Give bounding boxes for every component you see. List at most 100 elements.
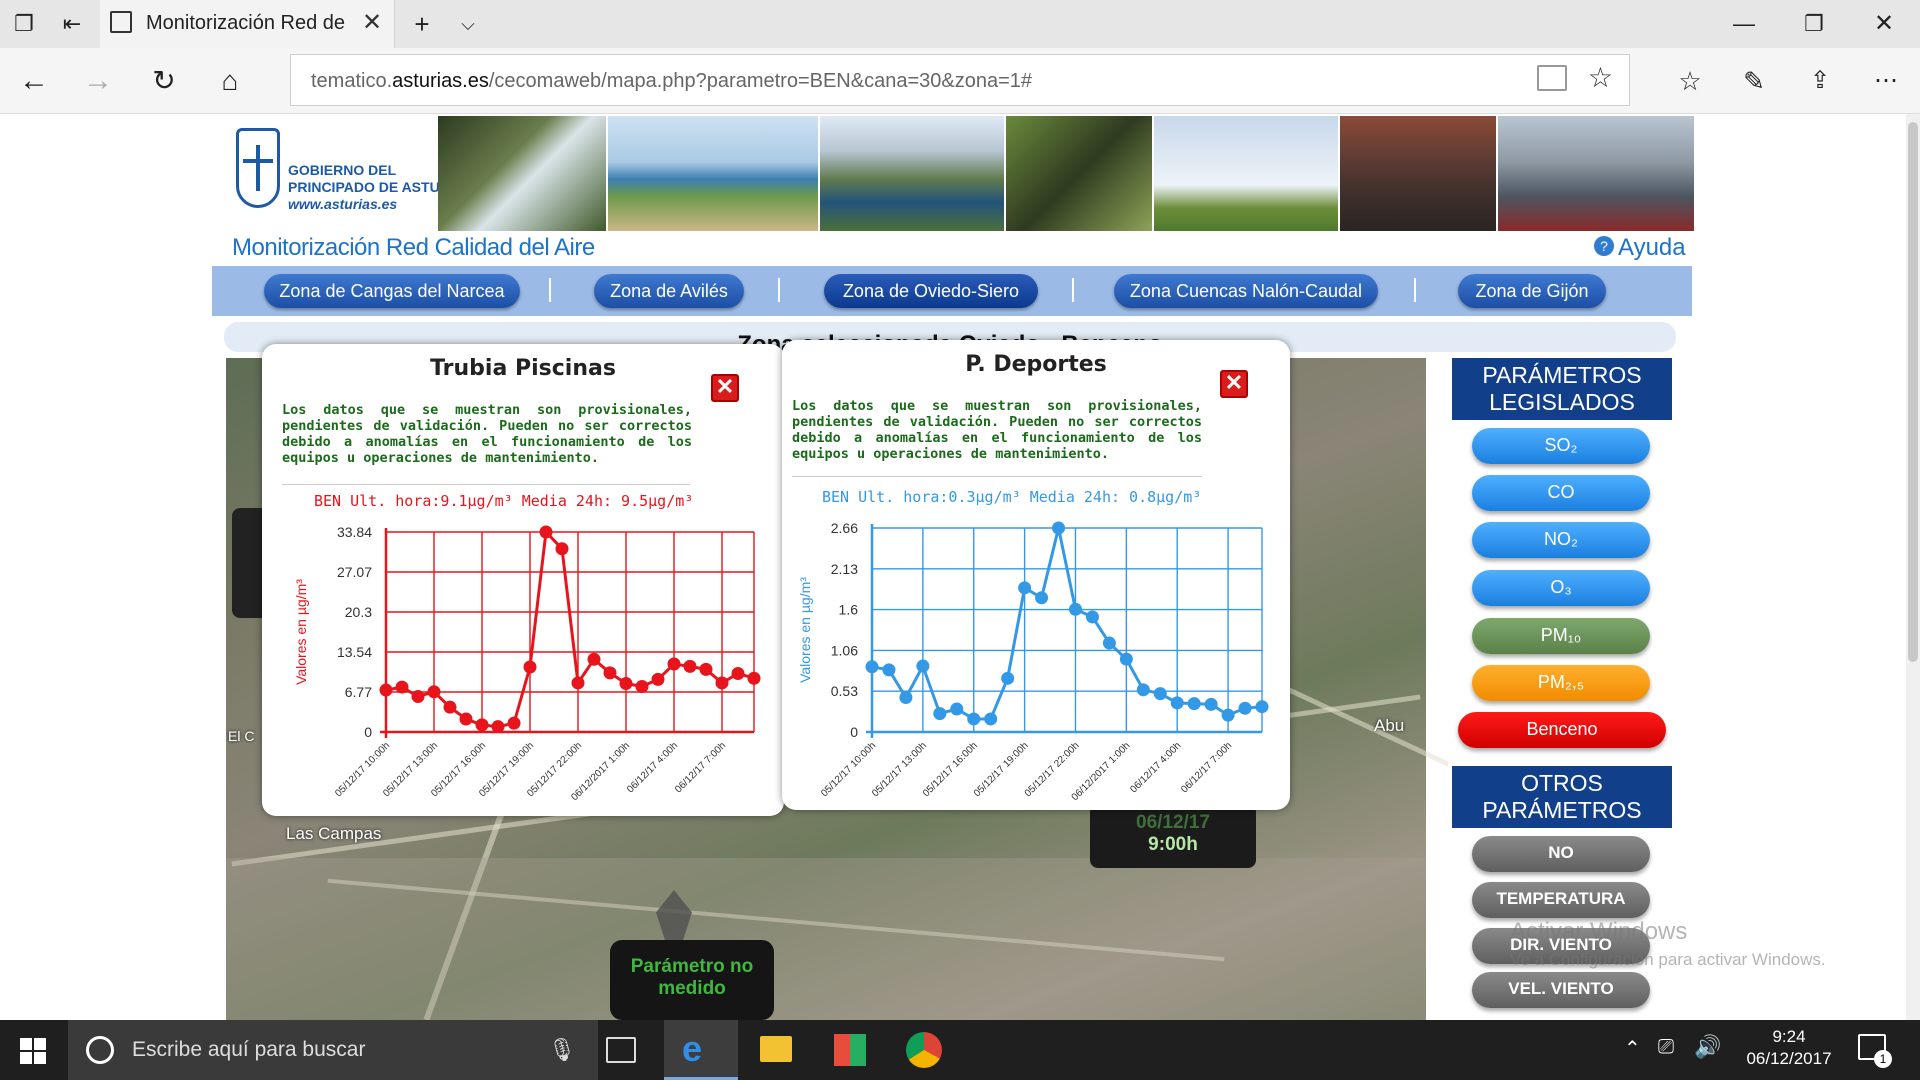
- data-point[interactable]: [667, 657, 681, 671]
- zone-button-oviedo[interactable]: Zona de Oviedo-Siero: [824, 274, 1038, 308]
- close-tab-icon[interactable]: ✕: [362, 8, 382, 37]
- cortana-icon[interactable]: [86, 1036, 114, 1064]
- popup-close-button[interactable]: ✕: [1220, 370, 1248, 398]
- help-icon[interactable]: ?: [1594, 236, 1614, 256]
- data-point[interactable]: [379, 683, 393, 697]
- taskbar-edge[interactable]: e: [664, 1020, 738, 1080]
- param-button-o3[interactable]: O₃: [1472, 570, 1650, 606]
- set-aside-tabs-icon[interactable]: ⇤: [52, 4, 92, 44]
- data-point[interactable]: [459, 712, 473, 726]
- taskbar-search[interactable]: Escribe aquí para buscar 🎙: [68, 1020, 598, 1080]
- tray-chevron-icon[interactable]: ⌃: [1624, 1036, 1641, 1061]
- data-point[interactable]: [539, 525, 553, 539]
- zone-button-gijon[interactable]: Zona de Gijón: [1458, 274, 1606, 308]
- refresh-icon[interactable]: ↻: [144, 61, 184, 101]
- data-point[interactable]: [1255, 700, 1269, 714]
- forward-icon[interactable]: →: [78, 61, 118, 101]
- help-link[interactable]: Ayuda: [1618, 234, 1686, 262]
- data-point[interactable]: [882, 663, 896, 677]
- microphone-icon[interactable]: 🎙: [548, 1020, 576, 1080]
- data-point[interactable]: [699, 662, 713, 676]
- pen-icon[interactable]: ✎: [1734, 61, 1774, 101]
- data-point[interactable]: [1204, 697, 1218, 711]
- param-button-temperatura[interactable]: TEMPERATURA: [1472, 882, 1650, 918]
- data-point[interactable]: [1153, 687, 1167, 701]
- windows-start-icon[interactable]: [20, 1038, 46, 1064]
- param-button-no[interactable]: NO: [1472, 836, 1650, 872]
- data-point[interactable]: [427, 685, 441, 699]
- data-point[interactable]: [747, 671, 761, 685]
- new-tab-icon[interactable]: +: [402, 4, 442, 44]
- param-button-no2[interactable]: NO₂: [1472, 522, 1650, 558]
- data-point[interactable]: [967, 712, 981, 726]
- data-point[interactable]: [491, 720, 505, 734]
- back-icon[interactable]: ←: [14, 61, 54, 101]
- chevron-down-icon[interactable]: ⌵: [448, 4, 488, 44]
- data-point[interactable]: [555, 542, 569, 556]
- data-point[interactable]: [950, 702, 964, 716]
- more-icon[interactable]: ⋯: [1866, 61, 1906, 101]
- data-point[interactable]: [651, 672, 665, 686]
- data-point[interactable]: [411, 690, 425, 704]
- close-window-icon[interactable]: ✕: [1864, 4, 1904, 44]
- param-button-so2[interactable]: SO₂: [1472, 428, 1650, 464]
- data-point[interactable]: [933, 707, 947, 721]
- param-button-co[interactable]: CO: [1472, 475, 1650, 511]
- data-point[interactable]: [523, 660, 537, 674]
- url-field[interactable]: tematico.asturias.es/cecomaweb/mapa.php?…: [290, 54, 1630, 106]
- zone-button-nalon[interactable]: Zona Cuencas Nalón-Caudal: [1114, 274, 1378, 308]
- data-point[interactable]: [1035, 591, 1049, 605]
- data-point[interactable]: [715, 676, 729, 690]
- data-point[interactable]: [916, 659, 930, 673]
- data-point[interactable]: [683, 659, 697, 673]
- share-icon[interactable]: ⇪: [1800, 61, 1840, 101]
- popup-close-button[interactable]: ✕: [711, 374, 739, 402]
- zone-button-cangas[interactable]: Zona de Cangas del Narcea: [264, 274, 520, 308]
- data-point[interactable]: [1001, 671, 1015, 685]
- data-point[interactable]: [1136, 683, 1150, 697]
- data-point[interactable]: [587, 652, 601, 666]
- task-view-icon[interactable]: [606, 1037, 636, 1063]
- store-icon[interactable]: [834, 1034, 866, 1066]
- scrollbar-thumb[interactable]: [1908, 122, 1918, 662]
- favorite-star-icon[interactable]: ☆: [1588, 61, 1613, 94]
- data-point[interactable]: [1085, 610, 1099, 624]
- page-scrollbar[interactable]: [1906, 114, 1920, 1020]
- data-point[interactable]: [603, 666, 617, 680]
- data-point[interactable]: [899, 690, 913, 704]
- active-tab[interactable]: Monitorización Red de ✕: [100, 0, 395, 48]
- data-point[interactable]: [1018, 581, 1032, 595]
- data-point[interactable]: [1052, 521, 1066, 535]
- param-button-pm10[interactable]: PM₁₀: [1472, 618, 1650, 654]
- data-point[interactable]: [507, 716, 521, 730]
- chrome-icon[interactable]: [906, 1032, 942, 1068]
- data-point[interactable]: [865, 660, 879, 674]
- data-point[interactable]: [1170, 696, 1184, 710]
- home-icon[interactable]: ⌂: [210, 61, 250, 101]
- param-button-benceno[interactable]: Benceno: [1458, 712, 1666, 748]
- data-point[interactable]: [1187, 697, 1201, 711]
- data-point[interactable]: [984, 712, 998, 726]
- network-icon[interactable]: ⎚: [1658, 1036, 1674, 1059]
- data-point[interactable]: [635, 679, 649, 693]
- data-point[interactable]: [1221, 708, 1235, 722]
- data-point[interactable]: [443, 700, 457, 714]
- data-point[interactable]: [731, 666, 745, 680]
- volume-icon[interactable]: 🔊: [1694, 1034, 1721, 1060]
- param-button-vel-viento[interactable]: VEL. VIENTO: [1472, 972, 1650, 1008]
- data-point[interactable]: [1068, 602, 1082, 616]
- data-point[interactable]: [1102, 636, 1116, 650]
- reading-view-icon[interactable]: [1537, 65, 1567, 91]
- param-button-pm25[interactable]: PM₂,₅: [1472, 665, 1650, 701]
- data-point[interactable]: [619, 677, 633, 691]
- data-point[interactable]: [395, 680, 409, 694]
- station-time-box[interactable]: 06/12/17 9:00h: [1090, 804, 1256, 868]
- favorites-hub-icon[interactable]: ☆: [1670, 61, 1710, 101]
- zone-button-aviles[interactable]: Zona de Avilés: [594, 274, 744, 308]
- minimize-icon[interactable]: —: [1724, 4, 1764, 44]
- restore-icon[interactable]: ❐: [1794, 4, 1834, 44]
- file-explorer-icon[interactable]: [760, 1036, 792, 1062]
- tab-list-icon[interactable]: ❐: [4, 4, 44, 44]
- data-point[interactable]: [1238, 701, 1252, 715]
- data-point[interactable]: [1119, 652, 1133, 666]
